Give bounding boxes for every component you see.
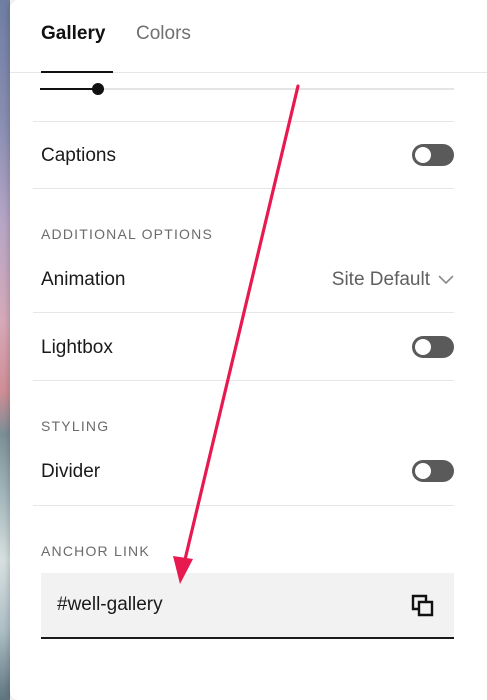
divider [33, 380, 454, 381]
page: Gallery Colors Captions ADDITIONAL OPTIO… [0, 0, 487, 700]
gallery-slider[interactable] [40, 78, 454, 100]
chevron-down-icon [438, 275, 454, 284]
animation-label: Animation [41, 269, 126, 290]
copy-icon[interactable] [410, 593, 436, 619]
captions-label: Captions [41, 145, 116, 166]
section-title-additional-options: ADDITIONAL OPTIONS [41, 226, 213, 242]
section-title-anchor-link: ANCHOR LINK [41, 543, 150, 559]
toggle-knob [415, 463, 431, 479]
divider [33, 505, 454, 506]
gallery-settings-panel: Gallery Colors Captions ADDITIONAL OPTIO… [10, 0, 487, 700]
panel-tabs: Gallery Colors [10, 0, 487, 73]
divider-label: Divider [41, 461, 101, 482]
divider-toggle[interactable] [412, 460, 454, 482]
lightbox-toggle[interactable] [412, 336, 454, 358]
tab-gallery[interactable]: Gallery [41, 22, 105, 46]
slider-thumb[interactable] [92, 83, 104, 95]
tab-colors[interactable]: Colors [136, 22, 191, 46]
divider [33, 312, 454, 313]
captions-toggle[interactable] [412, 144, 454, 166]
divider [33, 188, 454, 189]
slider-fill [40, 88, 98, 90]
animation-select[interactable]: Site Default [332, 268, 454, 292]
anchor-link-field[interactable]: #well-gallery [41, 573, 454, 639]
anchor-link-value[interactable]: #well-gallery [57, 593, 163, 617]
toggle-knob [415, 147, 431, 163]
divider [33, 121, 454, 122]
lightbox-label: Lightbox [41, 337, 113, 358]
active-tab-indicator [41, 71, 113, 73]
animation-select-value: Site Default [331, 269, 430, 290]
toggle-knob [415, 339, 431, 355]
background-photo-strip [0, 0, 10, 700]
section-title-styling: STYLING [41, 418, 110, 434]
